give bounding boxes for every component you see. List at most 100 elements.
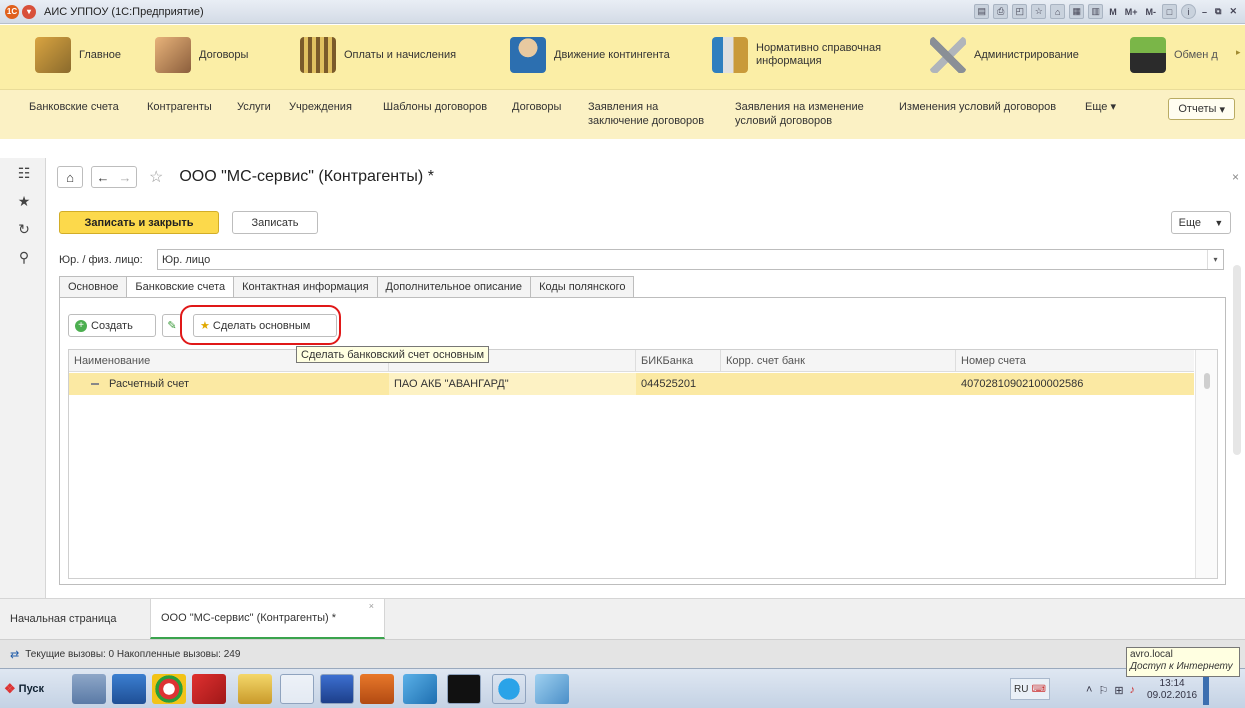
nav-back-forward[interactable]: ← → (91, 166, 137, 188)
calendar-icon[interactable]: ▥ (1088, 4, 1104, 19)
section-payments[interactable]: Оплаты и начисления (300, 35, 456, 75)
more-button[interactable]: Еще ▼ (1171, 211, 1231, 234)
forward-arrow-icon[interactable]: → (119, 170, 132, 185)
table-header: Наименование БИКБанка Корр. счет банк Но… (69, 350, 1194, 372)
table-row[interactable]: Расчетный счет ПАО АКБ "АВАНГАРД" 044525… (69, 373, 1194, 395)
tab-contact-info[interactable]: Контактная информация (233, 276, 377, 298)
save-doc-icon[interactable]: ▤ (974, 4, 990, 19)
nav-applications-conclusion[interactable]: Заявления на заключение договоров (588, 100, 718, 128)
skype-icon[interactable] (492, 674, 526, 704)
nav-counterparties[interactable]: Контрагенты (147, 100, 212, 114)
nav-services[interactable]: Услуги (237, 100, 271, 114)
memory-button[interactable]: M (1107, 4, 1119, 19)
show-desktop-button[interactable] (1203, 675, 1210, 705)
scroll-right-icon[interactable]: ▸ (1236, 47, 1241, 58)
powershell-icon[interactable] (112, 674, 146, 704)
column-bik[interactable]: БИКБанка (636, 350, 721, 372)
nav-contracts[interactable]: Договоры (512, 100, 561, 114)
restore-button[interactable]: ⧉ (1213, 4, 1223, 19)
section-admin[interactable]: Администрирование (930, 35, 1079, 75)
row-marker-icon (91, 383, 99, 385)
nav-applications-change[interactable]: Заявления на изменение условий договоров (735, 100, 885, 128)
language-indicator[interactable]: RU ⌨ (1010, 678, 1050, 700)
nav-bank-accounts[interactable]: Банковские счета (29, 100, 119, 114)
create-button[interactable]: + Создать (68, 314, 156, 337)
clock[interactable]: 13:14 09.02.2016 (1147, 678, 1197, 702)
calculator-icon[interactable]: ▦ (1069, 4, 1085, 19)
home-button[interactable]: ⌂ (57, 166, 83, 188)
window-tab-home[interactable]: Начальная страница (0, 599, 150, 639)
section-reference[interactable]: Нормативно справочная информация (712, 35, 906, 75)
section-contingent[interactable]: Движение контингента (510, 35, 670, 75)
notepad-icon[interactable] (403, 674, 437, 704)
memory-minus-button[interactable]: M- (1144, 4, 1159, 19)
column-account-number[interactable]: Номер счета (956, 350, 1194, 372)
network-tooltip: avro.local Доступ к Интернету (1126, 647, 1240, 677)
paint-icon[interactable] (535, 674, 569, 704)
volume-icon[interactable]: ♪ (1130, 684, 1136, 696)
start-button[interactable]: ❖ Пуск (4, 677, 52, 701)
menu-grid-icon[interactable]: ☷ (17, 166, 31, 180)
nav-contract-templates[interactable]: Шаблоны договоров (383, 100, 487, 114)
edit-button[interactable]: ✎ (162, 314, 182, 337)
section-main[interactable]: Главное (35, 35, 121, 75)
favorite-star-icon[interactable]: ☆ (149, 167, 163, 187)
search-icon[interactable]: ⚲ (17, 250, 31, 264)
tab-additional-description[interactable]: Дополнительное описание (376, 276, 531, 298)
minimize-button[interactable]: – (1200, 4, 1209, 19)
home-icon[interactable]: ⌂ (1050, 4, 1066, 19)
nav-institutions[interactable]: Учреждения (289, 100, 352, 114)
pdf-app-icon[interactable] (192, 674, 226, 704)
explorer-icon[interactable] (238, 674, 272, 704)
tab-polyansky-codes[interactable]: Коды полянского (530, 276, 635, 298)
entity-type-label: Юр. / физ. лицо: (59, 254, 143, 266)
history-icon[interactable]: ↻ (17, 222, 31, 236)
memory-plus-button[interactable]: M+ (1123, 4, 1140, 19)
chrome-icon[interactable] (152, 674, 186, 704)
handshake-icon (155, 37, 191, 73)
page-title: ООО "МС-сервис" (Контрагенты) * (179, 168, 434, 185)
menu-dropdown-icon[interactable]: ▾ (22, 4, 36, 19)
tooltip: Сделать банковский счет основным (296, 346, 490, 363)
tools-icon (930, 37, 966, 73)
table-scrollbar[interactable] (1195, 350, 1217, 578)
network-app-icon[interactable] (72, 674, 106, 704)
reports-button[interactable]: Отчеты ▾ (1168, 98, 1235, 120)
save-and-close-button[interactable]: Записать и закрыть (59, 211, 219, 234)
preview-icon[interactable]: ◰ (1012, 4, 1028, 19)
outlook-icon[interactable] (360, 674, 394, 704)
window-mode-icon[interactable]: □ (1162, 4, 1177, 19)
nav-more[interactable]: Еще ▾ (1085, 100, 1116, 114)
back-arrow-icon[interactable]: ← (97, 170, 110, 185)
flag-icon[interactable]: ⚐ (1098, 684, 1108, 697)
section-contracts[interactable]: Договоры (155, 35, 248, 75)
close-icon[interactable]: × (1232, 170, 1239, 184)
favorite-icon[interactable]: ☆ (1031, 4, 1047, 19)
dropdown-arrow-icon[interactable]: ▾ (1207, 250, 1223, 269)
form-scrollbar[interactable] (1233, 265, 1241, 455)
info-icon[interactable]: i (1181, 4, 1196, 19)
favorites-star-icon[interactable]: ★ (17, 194, 31, 208)
tab-main[interactable]: Основное (59, 276, 127, 298)
chevron-down-icon: ▼ (1214, 217, 1224, 228)
entity-type-field[interactable]: Юр. лицо ▾ (157, 249, 1224, 270)
close-button[interactable]: ✕ (1227, 4, 1239, 19)
tab-bank-accounts[interactable]: Банковские счета (126, 276, 234, 298)
word-icon[interactable] (320, 674, 354, 704)
window-title: АИС УППОУ (1С:Предприятие) (44, 5, 204, 18)
tray-expand-icon[interactable]: ˄ (1086, 684, 1092, 696)
window-title-bar: 1C ▾ АИС УППОУ (1С:Предприятие) ▤ ⎙ ◰ ☆ … (0, 0, 1245, 24)
close-icon[interactable]: × (369, 601, 374, 611)
column-corr-account[interactable]: Корр. счет банк (721, 350, 956, 372)
window-tab-counterparty[interactable]: ООО "МС-сервис" (Контрагенты) * × (150, 599, 385, 639)
section-exchange[interactable]: Обмен д (1130, 35, 1218, 75)
scroll-thumb[interactable] (1204, 373, 1210, 389)
app-logo-icon[interactable]: 1C (5, 4, 19, 19)
form-tabs: Основное Банковские счета Контактная инф… (59, 276, 635, 298)
save-button[interactable]: Записать (232, 211, 318, 234)
nav-condition-changes[interactable]: Изменения условий договоров (899, 100, 1056, 114)
print-icon[interactable]: ⎙ (993, 4, 1009, 19)
network-icon[interactable]: ⊞ (1114, 684, 1123, 697)
cmd-icon[interactable] (447, 674, 481, 704)
onec-app-icon[interactable] (280, 674, 314, 704)
